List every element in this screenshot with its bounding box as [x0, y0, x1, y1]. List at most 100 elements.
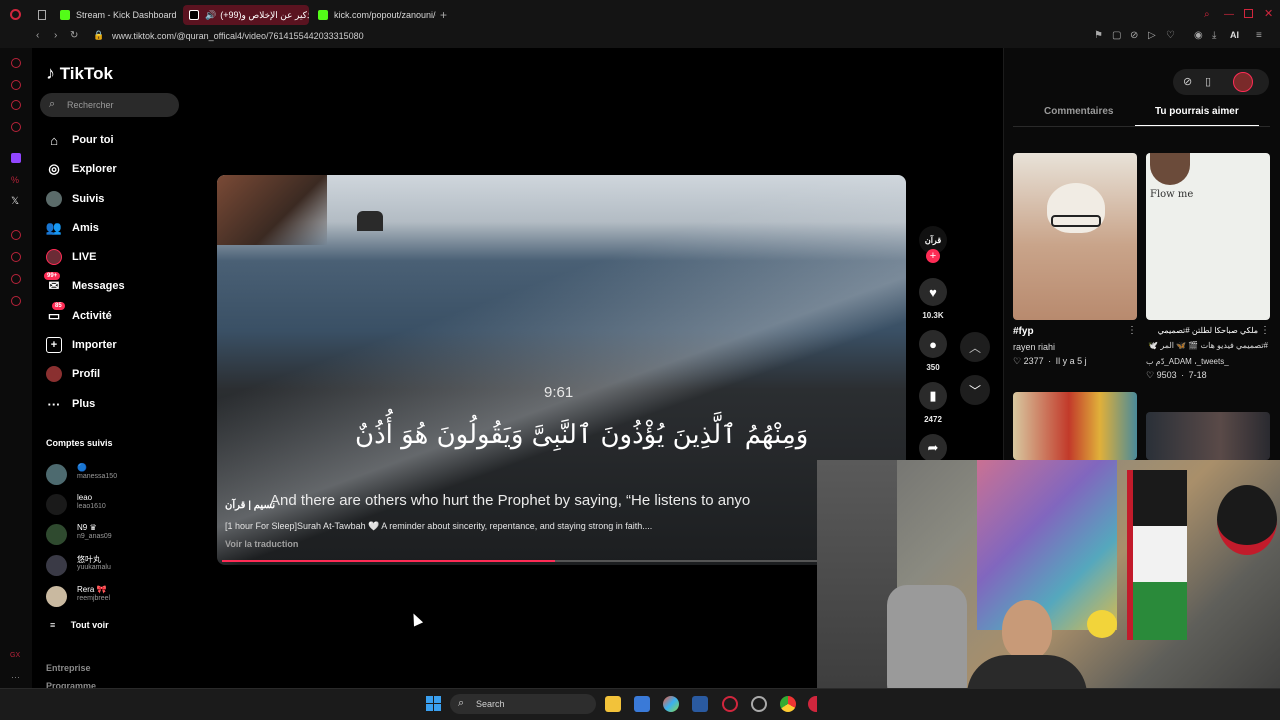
chrome-icon[interactable]	[780, 696, 796, 712]
video-card[interactable]	[1013, 392, 1137, 460]
app-taskbar-icon[interactable]	[751, 696, 767, 712]
follow-plus-icon[interactable]: +	[926, 249, 940, 263]
player-rail-icon[interactable]	[11, 230, 21, 240]
card-hashtags: #تصميمي فيديو هات 🎬 🦋 المر 🕊️	[1148, 341, 1268, 350]
tab-kick-popout[interactable]: kick.com/popout/zanouni/c	[312, 5, 436, 25]
card-more-icon[interactable]: ⋮	[1260, 325, 1270, 336]
video-author[interactable]: نسيم | قرآن	[225, 500, 275, 511]
toolbar-pill: ⊘ ▯	[1173, 69, 1269, 95]
opera-taskbar-icon[interactable]	[808, 696, 817, 712]
save-button[interactable]: ▮ 2472	[918, 382, 948, 424]
ai-button[interactable]: AI	[1230, 30, 1239, 40]
minimize-icon[interactable]: —	[1224, 9, 1234, 20]
extensions-icon[interactable]	[11, 274, 21, 284]
snapshot-icon[interactable]: ▢	[1112, 30, 1121, 41]
nav-amis[interactable]: 👥 Amis	[46, 217, 99, 239]
tab-kick-dashboard[interactable]: Stream - Kick Dashboard	[54, 5, 182, 25]
adblock-icon[interactable]: ⊘	[1130, 30, 1138, 41]
video-card[interactable]: Flow me	[1146, 153, 1270, 320]
taskbar-search[interactable]: ⌕ Search	[450, 694, 596, 714]
opera-gx-taskbar-icon[interactable]	[722, 696, 738, 712]
clock-icon[interactable]	[11, 252, 21, 262]
store-icon[interactable]	[634, 696, 650, 712]
compass-small-icon[interactable]: ⊘	[1183, 75, 1192, 88]
footer-link[interactable]: Entreprise	[46, 663, 91, 673]
nav-importer[interactable]: + Importer	[46, 334, 117, 356]
see-all-link[interactable]: ≡ Tout voir	[50, 620, 109, 630]
tiktok-logo[interactable]: ♪ TikTok	[46, 63, 113, 84]
tiktok-note-icon: ♪	[46, 63, 55, 83]
speaker-icon[interactable]: 🔊	[205, 10, 216, 21]
tab-comments[interactable]: Commentaires	[1044, 106, 1113, 117]
chevron-up-icon: ︿	[968, 340, 981, 355]
file-explorer-icon[interactable]	[605, 696, 621, 712]
bookmark-icon[interactable]: ⚑	[1094, 30, 1103, 41]
upload-icon: +	[46, 337, 62, 353]
webcam-overlay	[817, 460, 1280, 720]
heart-bookmark-icon[interactable]: ♡	[1166, 30, 1175, 41]
nav-live[interactable]: LIVE	[46, 246, 96, 268]
video-progress-bar[interactable]	[222, 560, 817, 562]
maximize-icon[interactable]	[1244, 9, 1253, 18]
video-card[interactable]	[1146, 412, 1270, 460]
nav-profil[interactable]: Profil	[46, 363, 100, 385]
aria-icon[interactable]	[11, 80, 21, 90]
nav-pour-toi[interactable]: ⌂ Pour toi	[46, 129, 114, 151]
menu-icon[interactable]: ≡	[1256, 30, 1262, 41]
history-icon[interactable]	[11, 58, 21, 68]
previous-video-button[interactable]: ︿	[960, 332, 990, 362]
nav-plus[interactable]: ··· Plus	[46, 393, 96, 415]
see-translation-link[interactable]: Voir la traduction	[225, 539, 298, 549]
user-avatar[interactable]	[1233, 72, 1253, 92]
avatar	[46, 586, 67, 607]
save-count: 2472	[924, 415, 942, 424]
back-icon[interactable]: ‹	[36, 30, 39, 41]
avatar	[46, 464, 67, 485]
player-icon[interactable]: ▷	[1148, 30, 1156, 41]
gx-control-icon[interactable]: GX	[10, 652, 20, 659]
creator-avatar[interactable]: قرآن +	[918, 226, 948, 263]
tab-overview-icon[interactable]	[38, 10, 46, 20]
forward-icon[interactable]: ›	[54, 30, 57, 41]
like-button[interactable]: ♥ 10.3K	[918, 278, 948, 320]
card-title[interactable]: #fyp	[1013, 326, 1123, 337]
nav-explorer[interactable]: ◎ Explorer	[46, 158, 116, 180]
card-user[interactable]: دّم ب_ADAM ،_tweets_	[1146, 357, 1268, 366]
phone-icon[interactable]: ▯	[1205, 75, 1211, 88]
nav-messages[interactable]: ✉ 99+ Messages	[44, 272, 125, 297]
url-field[interactable]: www.tiktok.com/@quran_offical4/video/761…	[112, 31, 364, 41]
comment-button[interactable]: ● 350	[918, 330, 948, 372]
next-video-button[interactable]: ﹀	[960, 375, 990, 405]
reload-icon[interactable]: ↻	[70, 30, 78, 41]
account-icon[interactable]: ◉	[1194, 30, 1203, 41]
progress-fill	[222, 560, 556, 562]
tab-tiktok-active[interactable]: 🔊 (+99)اتذكير عن الإخلاص و	[183, 5, 309, 25]
tab-recommended[interactable]: Tu pourrais aimer	[1155, 106, 1239, 117]
calculator-icon[interactable]	[692, 696, 708, 712]
search-tabs-icon[interactable]: ⌕	[1204, 9, 1210, 20]
arabic-verse: وَمِنْهُمُ ٱلَّذِينَ يُؤْذُونَ ٱلنَّبِىَ…	[355, 420, 809, 450]
opera-logo-icon[interactable]	[10, 9, 21, 20]
gx-corner-icon[interactable]	[11, 122, 21, 132]
copilot-icon[interactable]	[663, 696, 679, 712]
close-icon[interactable]: ✕	[1264, 7, 1273, 20]
settings-icon[interactable]	[11, 296, 21, 306]
more-rail-icon[interactable]: ···	[11, 672, 20, 682]
percent-icon[interactable]: %	[11, 175, 19, 185]
card-title[interactable]: ملكي صباحكا لطلتن #تصميمي	[1146, 326, 1258, 335]
twitch-icon[interactable]	[11, 153, 21, 163]
search-input[interactable]: ⌕ Rechercher	[40, 93, 179, 117]
download-icon[interactable]: ⤓	[1212, 30, 1216, 41]
video-card[interactable]	[1013, 153, 1137, 320]
windows-start-icon[interactable]	[426, 696, 441, 711]
share-button[interactable]: ➦	[918, 434, 948, 462]
nav-suivis[interactable]: Suivis	[46, 188, 104, 210]
messenger-icon[interactable]	[11, 100, 21, 110]
card-more-icon[interactable]: ⋮	[1127, 325, 1137, 336]
nav-activite[interactable]: ▭ 85 Activité	[46, 302, 112, 327]
share-icon: ➦	[919, 434, 947, 462]
card-user[interactable]: rayen riahi	[1013, 342, 1133, 352]
x-twitter-icon[interactable]: 𝕏	[11, 196, 19, 207]
sea-stack-shape	[357, 211, 383, 231]
new-tab-icon[interactable]: +	[440, 8, 447, 22]
